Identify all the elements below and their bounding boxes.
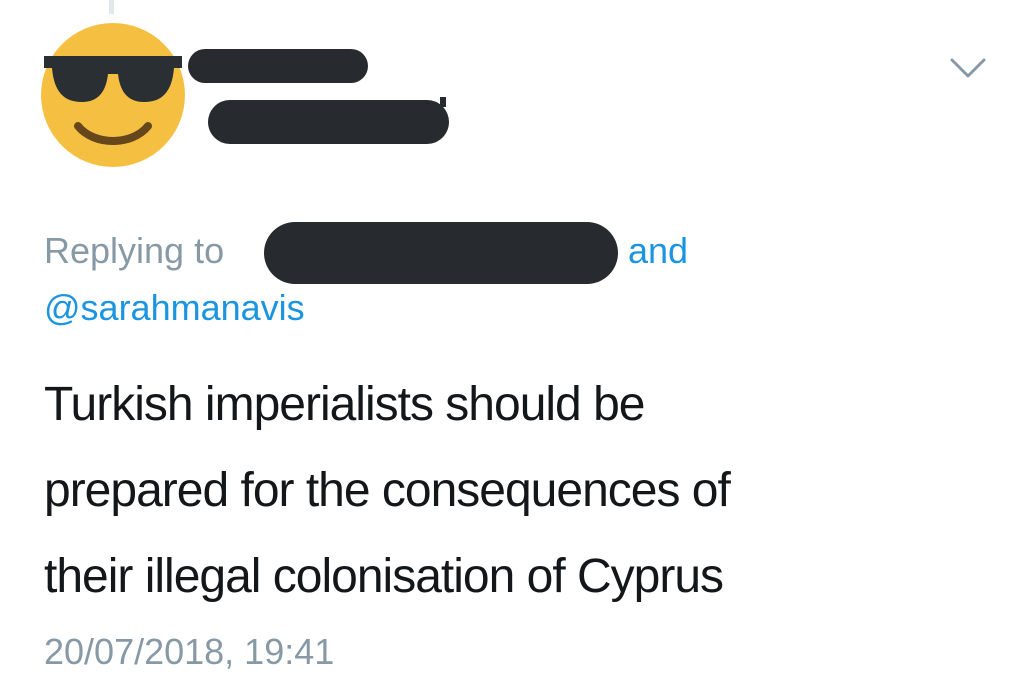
author-handle-redaction (208, 100, 449, 144)
tweet-timestamp: 20/07/2018, 19:41 (44, 631, 335, 672)
author-name-redaction (188, 49, 368, 83)
reply-others-link[interactable]: and (628, 231, 688, 271)
author-handle-redaction-edge (440, 97, 446, 107)
tweet-text-line: their illegal colonisation of Cyprus (44, 550, 724, 603)
tweet-detail: Replying to and @sarahmanavis Turkish im… (0, 0, 1024, 700)
chevron-down-icon[interactable] (948, 56, 988, 80)
reply-mention-link[interactable]: @sarahmanavis (44, 288, 305, 328)
replying-to-label: Replying to (44, 230, 225, 271)
tweet-body: Turkish imperialists should be prepared … (44, 362, 1004, 620)
sunglasses-emoji-icon[interactable] (40, 22, 186, 168)
tweet-text-line: Turkish imperialists should be (44, 378, 645, 431)
reply-recipient-redaction (264, 222, 618, 284)
thread-connector-line (109, 0, 114, 14)
tweet-text-line: prepared for the consequences of (44, 464, 731, 517)
